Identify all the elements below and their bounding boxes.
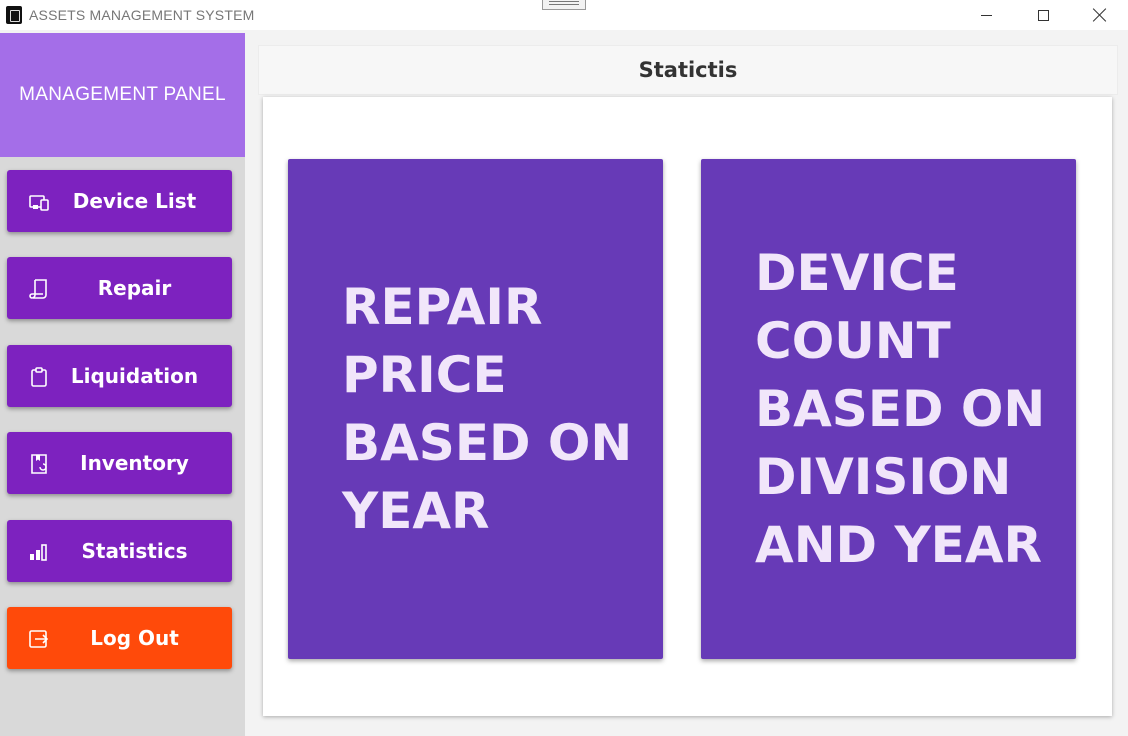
app-icon: [6, 6, 22, 24]
logout-button[interactable]: Log Out: [7, 607, 232, 669]
page-title-bar: Statictis: [258, 45, 1118, 95]
window-title: ASSETS MANAGEMENT SYSTEM: [29, 7, 255, 23]
repair-price-tile-label: REPAIR PRICE BASED ON YEAR: [342, 278, 633, 540]
maximize-icon: [1037, 9, 1049, 21]
page-title: Statictis: [638, 58, 738, 82]
inventory-button[interactable]: Inventory: [7, 432, 232, 494]
device-count-tile-label: DEVICE COUNT BASED ON DIVISION AND YEAR: [755, 244, 1046, 574]
statistics-card: REPAIR PRICE BASED ON YEAR DEVICE COUNT …: [263, 97, 1112, 716]
statistics-button[interactable]: Statistics: [7, 520, 232, 582]
sidebar: MANAGEMENT PANEL Device List Repair Liqu…: [0, 33, 245, 736]
repair-button[interactable]: Repair: [7, 257, 232, 319]
panel-title: MANAGEMENT PANEL: [19, 84, 226, 105]
statistics-label: Statistics: [81, 539, 188, 563]
title-bar: ASSETS MANAGEMENT SYSTEM: [0, 0, 1128, 30]
inventory-icon: [31, 454, 47, 474]
maximize-button[interactable]: [1015, 0, 1071, 30]
inventory-label: Inventory: [80, 451, 189, 475]
minimize-button[interactable]: [958, 0, 1014, 30]
drag-handle[interactable]: [542, 0, 586, 10]
minimize-icon: [980, 14, 992, 16]
device-list-label: Device List: [72, 189, 197, 213]
logout-label: Log Out: [90, 626, 179, 650]
bar-chart-icon: [30, 544, 47, 561]
repair-price-tile[interactable]: REPAIR PRICE BASED ON YEAR: [288, 159, 663, 659]
device-list-button[interactable]: Device List: [7, 170, 232, 232]
repair-label: Repair: [97, 276, 172, 300]
receipt-icon: [29, 279, 47, 299]
liquidation-label: Liquidation: [70, 364, 199, 388]
management-panel-header: MANAGEMENT PANEL: [0, 33, 245, 157]
clipboard-icon: [31, 367, 47, 387]
close-button[interactable]: [1072, 0, 1128, 30]
liquidation-button[interactable]: Liquidation: [7, 345, 232, 407]
device-count-tile[interactable]: DEVICE COUNT BASED ON DIVISION AND YEAR: [701, 159, 1076, 659]
devices-icon: [29, 195, 49, 211]
logout-icon: [29, 630, 49, 648]
close-icon: [1093, 8, 1107, 22]
